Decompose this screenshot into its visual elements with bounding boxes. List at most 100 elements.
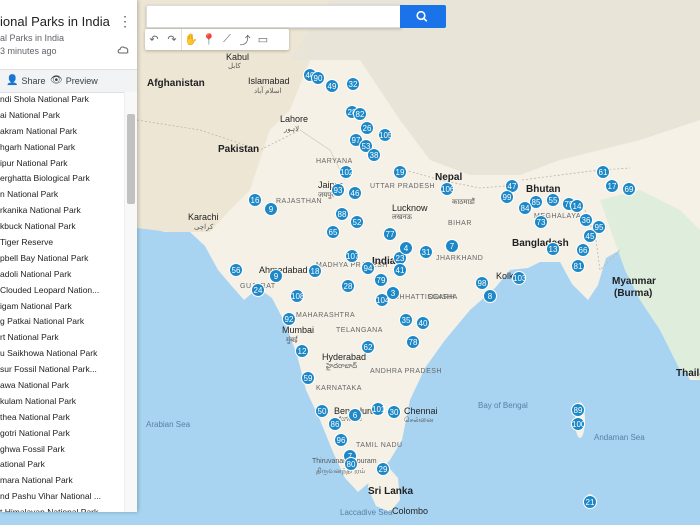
map-marker[interactable]: 73 xyxy=(534,215,548,229)
list-item[interactable]: awa National Park xyxy=(0,378,124,394)
ruler-icon[interactable]: ▭ xyxy=(254,29,272,50)
hand-icon[interactable]: ✋ xyxy=(181,29,200,50)
list-item[interactable]: Clouded Leopard Nation... xyxy=(0,283,124,299)
map-marker[interactable]: 89 xyxy=(571,403,585,417)
directions-icon[interactable]: ⤴ xyxy=(236,29,254,50)
map-marker[interactable]: 28 xyxy=(341,279,355,293)
scroll-thumb[interactable] xyxy=(127,114,135,204)
map-marker[interactable]: 6 xyxy=(348,408,362,422)
map-marker[interactable]: 90 xyxy=(311,71,325,85)
map-marker[interactable]: 99 xyxy=(500,190,514,204)
map-marker[interactable]: 61 xyxy=(596,165,610,179)
map-marker[interactable]: 88 xyxy=(335,207,349,221)
map-marker[interactable]: 17 xyxy=(605,179,619,193)
map-marker[interactable]: 86 xyxy=(328,417,342,431)
list-item[interactable]: ghwa Fossil Park xyxy=(0,442,124,458)
map-marker[interactable]: 52 xyxy=(350,215,364,229)
map-marker[interactable]: 98 xyxy=(475,276,489,290)
map-marker[interactable]: 7 xyxy=(445,239,459,253)
map-marker[interactable]: 105 xyxy=(378,128,392,142)
map-marker[interactable]: 16 xyxy=(248,193,262,207)
list-item[interactable]: t Himalayan National Park xyxy=(0,505,124,512)
map-marker[interactable]: 78 xyxy=(406,335,420,349)
map-marker[interactable]: 21 xyxy=(583,495,597,509)
map-marker[interactable]: 30 xyxy=(387,405,401,419)
map-marker[interactable]: 13 xyxy=(546,242,560,256)
map-marker[interactable]: 56 xyxy=(229,263,243,277)
line-icon[interactable]: ⟋ xyxy=(218,29,236,50)
map-marker[interactable]: 100 xyxy=(571,417,585,431)
list-item[interactable]: kbuck National Park xyxy=(0,219,124,235)
map-marker[interactable]: 102 xyxy=(339,165,353,179)
list-item[interactable]: hgarh National Park xyxy=(0,140,124,156)
map-marker[interactable]: 29 xyxy=(376,462,390,476)
map-marker[interactable]: 84 xyxy=(518,201,532,215)
map-marker[interactable]: 50 xyxy=(315,404,329,418)
map-marker[interactable]: 31 xyxy=(419,245,433,259)
list-item[interactable]: akram National Park xyxy=(0,124,124,140)
list-item[interactable]: mara National Park xyxy=(0,473,124,489)
map-marker[interactable]: 101 xyxy=(371,402,385,416)
preview-button[interactable]: 👁 Preview xyxy=(50,75,98,86)
share-button[interactable]: 👤 Share xyxy=(6,75,45,86)
map-marker[interactable]: 38 xyxy=(367,148,381,162)
list-item[interactable]: g Patkai National Park xyxy=(0,314,124,330)
map-marker[interactable]: 69 xyxy=(622,182,636,196)
list-item[interactable]: igam National Park xyxy=(0,299,124,315)
map-marker[interactable]: 62 xyxy=(361,340,375,354)
map-marker[interactable]: 45 xyxy=(583,229,597,243)
map-marker[interactable]: 14 xyxy=(570,199,584,213)
list-item[interactable]: sur Fossil National Park... xyxy=(0,362,124,378)
list-item[interactable]: erghatta Biological Park xyxy=(0,171,124,187)
list-item[interactable]: gotri National Park xyxy=(0,426,124,442)
map-marker[interactable]: 108 xyxy=(290,289,304,303)
redo-icon[interactable]: ↷ xyxy=(163,29,181,50)
search-input[interactable] xyxy=(146,5,402,28)
more-options-icon[interactable]: ⋮ xyxy=(118,14,132,28)
map-marker[interactable]: 93 xyxy=(331,183,345,197)
list-item[interactable]: Tiger Reserve xyxy=(0,235,124,251)
map-marker[interactable]: 36 xyxy=(579,213,593,227)
map-title[interactable]: ional Parks in India xyxy=(0,14,110,29)
map-description[interactable]: al Parks in India xyxy=(0,33,64,43)
map-marker[interactable]: 65 xyxy=(326,225,340,239)
map-marker[interactable]: 96 xyxy=(334,433,348,447)
map-marker[interactable]: 49 xyxy=(325,79,339,93)
map-marker[interactable]: 4 xyxy=(399,241,413,255)
list-item[interactable]: pbell Bay National Park xyxy=(0,251,124,267)
map-marker[interactable]: 66 xyxy=(576,243,590,257)
map-marker[interactable]: 35 xyxy=(399,313,413,327)
map-marker[interactable]: 46 xyxy=(348,186,362,200)
list-item[interactable]: n National Park xyxy=(0,187,124,203)
list-item[interactable]: u Saikhowa National Park xyxy=(0,346,124,362)
map-marker[interactable]: 9 xyxy=(264,202,278,216)
map-marker[interactable]: 80 xyxy=(344,457,358,471)
undo-icon[interactable]: ↶ xyxy=(145,29,163,50)
map-marker[interactable]: 18 xyxy=(308,264,322,278)
map-marker[interactable]: 103 xyxy=(512,271,526,285)
search-button[interactable] xyxy=(400,5,446,28)
map-marker[interactable]: 41 xyxy=(393,263,407,277)
map-marker[interactable]: 26 xyxy=(360,121,374,135)
list-item[interactable]: rt National Park xyxy=(0,330,124,346)
map-marker[interactable]: 32 xyxy=(346,77,360,91)
map-marker[interactable]: 55 xyxy=(546,193,560,207)
map-marker[interactable]: 81 xyxy=(571,259,585,273)
map-marker[interactable]: 3 xyxy=(386,286,400,300)
map-marker[interactable]: 94 xyxy=(361,261,375,275)
map-marker[interactable]: 79 xyxy=(374,273,388,287)
map-marker[interactable]: 12 xyxy=(295,344,309,358)
list-item[interactable]: adoli National Park xyxy=(0,267,124,283)
list-item[interactable]: ipur National Park xyxy=(0,156,124,172)
list-item[interactable]: rkanika National Park xyxy=(0,203,124,219)
list-item[interactable]: kulam National Park xyxy=(0,394,124,410)
map-marker[interactable]: 19 xyxy=(393,165,407,179)
list-item[interactable]: nd Pashu Vihar National ... xyxy=(0,489,124,505)
map-marker[interactable]: 92 xyxy=(282,312,296,326)
list-scrollbar[interactable] xyxy=(124,92,137,512)
list-item[interactable]: thea National Park xyxy=(0,410,124,426)
list-item[interactable]: ndi Shola National Park xyxy=(0,92,124,108)
map-marker[interactable]: 24 xyxy=(251,283,265,297)
map-marker[interactable]: 8 xyxy=(483,289,497,303)
map-marker[interactable]: 77 xyxy=(383,227,397,241)
